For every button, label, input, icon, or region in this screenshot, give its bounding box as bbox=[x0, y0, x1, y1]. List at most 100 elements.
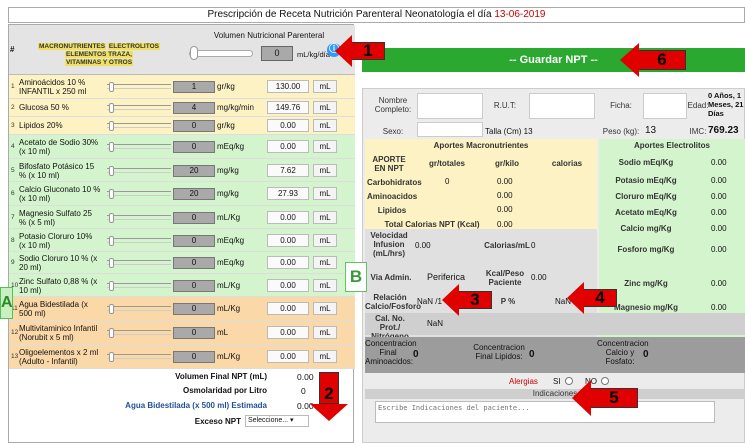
indicaciones-textarea[interactable] bbox=[375, 401, 715, 423]
nutrient-ml-button[interactable]: mL bbox=[313, 187, 337, 200]
nutrient-value[interactable]: 0 bbox=[173, 303, 215, 315]
lipidos-kilo: 0.00 bbox=[497, 205, 513, 214]
nutrient-result: 0.00 bbox=[267, 256, 309, 269]
nutrient-value[interactable]: 20 bbox=[173, 164, 215, 177]
row-number: 8 bbox=[11, 236, 15, 244]
aminoacidos-label: Aminoacidos bbox=[367, 192, 418, 201]
nutrient-slider[interactable] bbox=[107, 237, 171, 243]
electrolyte-label: Cloruro mEq/Kg bbox=[615, 192, 677, 201]
nutrient-ml-button[interactable]: mL bbox=[313, 302, 337, 315]
nutrient-ml-button[interactable]: mL bbox=[313, 101, 337, 114]
total-calorias-label: Total Calorias NPT (Kcal) bbox=[384, 220, 480, 229]
nutrient-row: 13 Oligoelementos x 2 ml (Adulto - Infant… bbox=[9, 345, 355, 369]
row-number-header: # bbox=[10, 45, 15, 54]
nombre-input[interactable] bbox=[417, 93, 483, 119]
carbohidratos-total: 0 bbox=[445, 177, 450, 186]
nutrient-value[interactable]: 0 bbox=[173, 279, 215, 292]
nutrient-result: 0.00 bbox=[267, 119, 309, 132]
nutrient-ml-button[interactable]: mL bbox=[313, 278, 337, 292]
ficha-input[interactable] bbox=[643, 93, 687, 119]
conc-calcio-label: Concentracion Calcio y Fosfato: bbox=[597, 339, 649, 366]
nutrient-slider[interactable] bbox=[107, 105, 171, 110]
electrolyte-value: 0.00 bbox=[711, 279, 727, 288]
guardar-npt-button[interactable]: -- Guardar NPT -- bbox=[362, 48, 745, 72]
nutrient-value[interactable]: 0 bbox=[173, 351, 215, 363]
nutrient-slider[interactable] bbox=[107, 167, 171, 173]
nutrient-slider-handle[interactable] bbox=[109, 304, 114, 314]
exceso-select[interactable]: Seleccione... ▾ bbox=[245, 415, 309, 427]
panel-header: # MACRONUTRIENTES ELECTROLITOS ELEMENTOS… bbox=[9, 25, 355, 75]
nutrient-unit: mEq/kg bbox=[217, 142, 245, 151]
rut-label: R.U.T: bbox=[493, 101, 517, 110]
nutrient-slider[interactable] bbox=[107, 306, 171, 311]
nutrient-slider[interactable] bbox=[107, 354, 171, 359]
nutrient-ml-button[interactable]: mL bbox=[313, 140, 337, 153]
nutrient-value[interactable]: 20 bbox=[173, 188, 215, 200]
lipidos-label: Lipidos bbox=[377, 206, 407, 215]
nutrient-slider-handle[interactable] bbox=[109, 352, 114, 362]
annotation-A: A bbox=[0, 287, 13, 319]
nutrient-slider[interactable] bbox=[107, 123, 171, 128]
total-calorias-value: 0.00 bbox=[497, 220, 513, 229]
nutrient-slider-handle[interactable] bbox=[109, 165, 114, 176]
nutrient-ml-button[interactable]: mL bbox=[313, 326, 337, 339]
rut-input[interactable] bbox=[529, 93, 595, 119]
nutrient-name: Potasio Cloruro 10% (x 10 ml) bbox=[19, 231, 93, 250]
sexo-label: Sexo: bbox=[382, 127, 404, 136]
alergias-label: Alergias bbox=[509, 377, 538, 386]
nutrient-slider-handle[interactable] bbox=[109, 121, 114, 131]
category-tags: MACRONUTRIENTES ELECTROLITOS ELEMENTOS T… bbox=[19, 43, 179, 67]
nutrient-slider-handle[interactable] bbox=[109, 189, 114, 199]
nutrient-slider[interactable] bbox=[107, 282, 171, 288]
nutrient-slider[interactable] bbox=[107, 260, 171, 265]
nutrient-slider-handle[interactable] bbox=[109, 280, 114, 291]
nutrient-slider-handle[interactable] bbox=[109, 235, 114, 246]
nutrient-slider-handle[interactable] bbox=[109, 82, 114, 92]
nutrient-name: Glucosa 50 % bbox=[19, 103, 69, 112]
nutrient-ml-button[interactable]: mL bbox=[313, 233, 337, 247]
nutrient-value[interactable]: 0 bbox=[173, 234, 215, 247]
nutrient-value[interactable]: 0 bbox=[173, 327, 215, 339]
cal-prot-row bbox=[365, 313, 745, 335]
nutrient-slider[interactable] bbox=[107, 191, 171, 196]
nutrient-row: 2 Glucosa 50 % 4 mg/kg/min 149.76 mL bbox=[9, 99, 355, 117]
nutrient-slider[interactable] bbox=[107, 84, 171, 89]
nutrient-slider[interactable] bbox=[107, 214, 171, 220]
nutrient-value[interactable]: 4 bbox=[173, 102, 215, 114]
nutrient-value[interactable]: 0 bbox=[173, 120, 215, 132]
macro-title: Aportes Macronutrientes bbox=[433, 141, 529, 150]
nutrient-row: 8 Potasio Cloruro 10% (x 10 ml) 0 mEq/kg 0.0… bbox=[9, 229, 355, 252]
nutrient-unit: gr/kg bbox=[217, 82, 235, 91]
nutrient-result: 0.00 bbox=[267, 278, 309, 292]
talla-value: Talla (Cm) 13 bbox=[485, 127, 533, 136]
nutrient-slider-handle[interactable] bbox=[109, 142, 114, 152]
nutrient-slider-handle[interactable] bbox=[109, 328, 114, 338]
nutrient-ml-button[interactable]: mL bbox=[313, 256, 337, 269]
nutrient-slider[interactable] bbox=[107, 330, 171, 335]
arrow-4-icon: 4 bbox=[567, 282, 617, 314]
nutrient-ml-button[interactable]: mL bbox=[313, 163, 337, 177]
nutrient-slider-handle[interactable] bbox=[109, 103, 114, 113]
nutrient-ml-button[interactable]: mL bbox=[313, 210, 337, 224]
nutrient-unit: mL bbox=[217, 328, 229, 337]
electrolyte-value: 0.00 bbox=[711, 208, 727, 217]
nutrient-value[interactable]: 0 bbox=[173, 141, 215, 153]
nutrient-value[interactable]: 0 bbox=[173, 211, 215, 224]
volume-slider[interactable] bbox=[189, 50, 253, 57]
nutrient-ml-button[interactable]: mL bbox=[313, 350, 337, 363]
volume-value[interactable]: 0 bbox=[261, 46, 293, 61]
volume-unit: mL/kg/día bbox=[297, 50, 330, 59]
nutrient-value[interactable]: 1 bbox=[173, 81, 215, 93]
volume-slider-handle[interactable] bbox=[190, 46, 198, 60]
page-title: Prescripción de Receta Nutrición Parente… bbox=[8, 7, 745, 23]
sexo-input[interactable] bbox=[417, 122, 483, 137]
nutrient-ml-button[interactable]: mL bbox=[313, 119, 337, 132]
nutrient-value[interactable]: 0 bbox=[173, 257, 215, 269]
nutrient-ml-button[interactable]: mL bbox=[313, 80, 337, 93]
nutrient-slider-handle[interactable] bbox=[109, 258, 114, 268]
nutrient-name: Agua Bidestilada (x 500 ml) bbox=[19, 300, 88, 318]
nutrient-slider-handle[interactable] bbox=[109, 212, 114, 223]
nutrient-unit: mg/kg bbox=[217, 165, 239, 175]
nutrient-slider[interactable] bbox=[107, 144, 171, 149]
conc-amino-label: Concentracion Final Aminoacidos: bbox=[365, 339, 417, 366]
